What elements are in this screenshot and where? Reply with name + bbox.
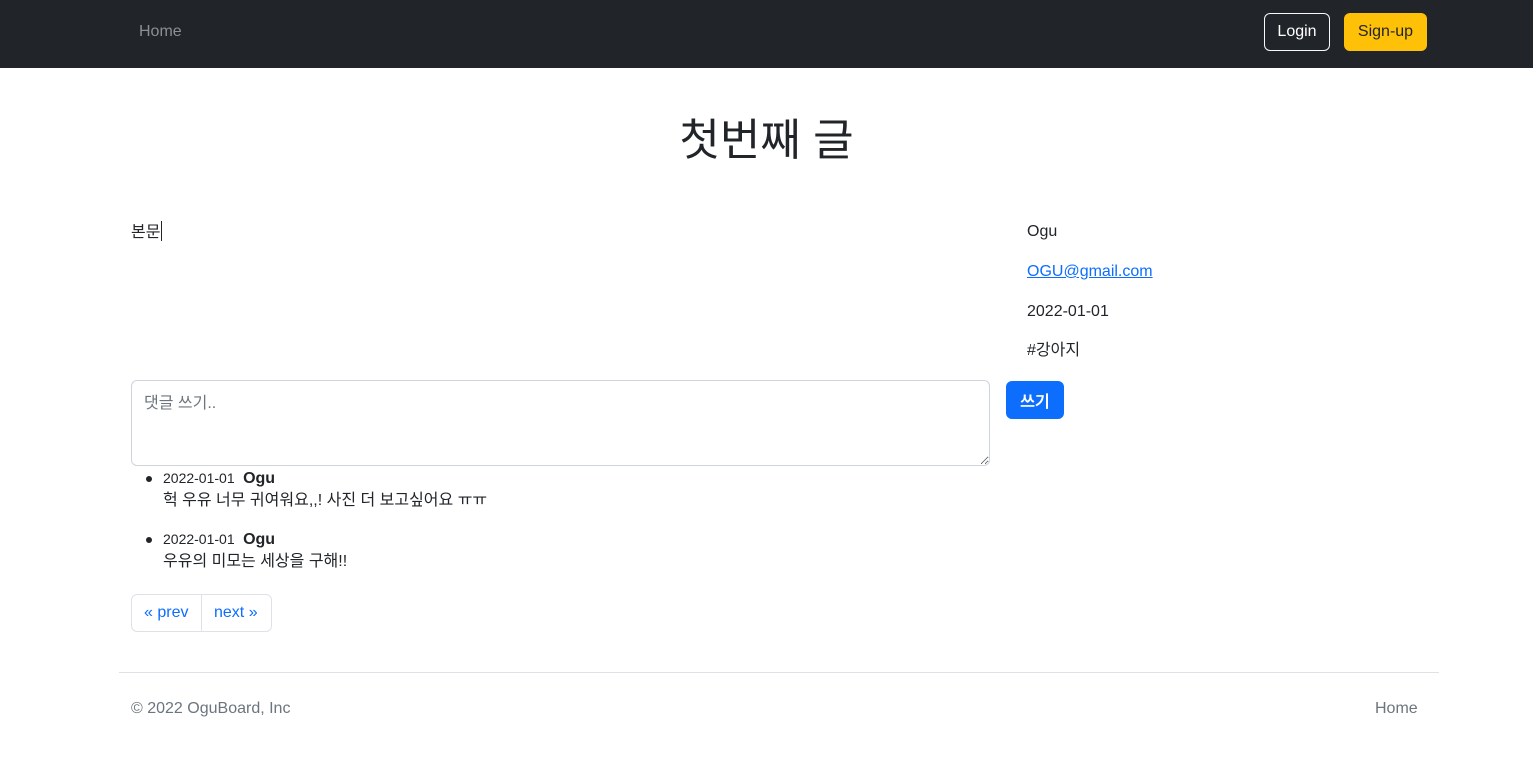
comment-date: 2022-01-01 [163,531,235,547]
prev-page-button[interactable]: « prev [131,594,202,632]
comment-text: 헉 우유 너무 귀여워요,,! 사진 더 보고싶어요 ㅠㅠ [163,492,488,509]
nav-home-link[interactable]: Home [139,22,182,42]
post-body-text: 본문 [131,224,161,241]
text-cursor [161,221,163,241]
navbar: Home Login Sign-up [0,0,1533,68]
signup-button[interactable]: Sign-up [1344,13,1427,51]
comment-item: 2022-01-01 Ogu 우유의 미모는 세상을 구해!! [131,529,991,574]
comment-date: 2022-01-01 [163,470,235,486]
comment-author: Ogu [243,470,276,487]
footer-home-link[interactable]: Home [1375,699,1418,719]
footer-divider [119,672,1439,673]
comment-input[interactable] [131,380,990,466]
pagination: « prev next » [131,594,272,632]
login-button[interactable]: Login [1264,13,1330,51]
post-email-link[interactable]: OGU@gmail.com [1027,261,1153,283]
post-body: 본문 [131,221,163,244]
post-title: 첫번째 글 [679,116,854,165]
comment-author: Ogu [243,531,276,548]
next-page-button[interactable]: next » [202,594,272,632]
post-author: Ogu [1027,223,1058,240]
post-hashtag[interactable]: #강아지 [1027,340,1080,362]
comment-text: 우유의 미모는 세상을 구해!! [163,553,348,570]
comment-item: 2022-01-01 Ogu 헉 우유 너무 귀여워요,,! 사진 더 보고싶어… [131,468,991,513]
comment-submit-button[interactable]: 쓰기 [1006,381,1064,419]
footer-copyright: © 2022 OguBoard, Inc [131,700,291,717]
comment-list: 2022-01-01 Ogu 헉 우유 너무 귀여워요,,! 사진 더 보고싶어… [131,468,991,590]
post-date: 2022-01-01 [1027,303,1109,320]
